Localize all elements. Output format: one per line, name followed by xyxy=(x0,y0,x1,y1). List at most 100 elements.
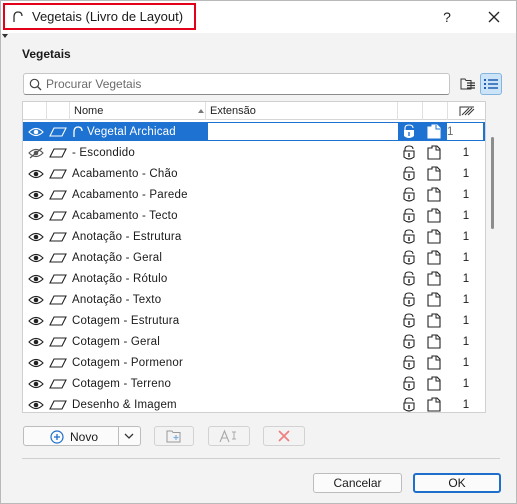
new-button-label: Novo xyxy=(70,430,99,444)
collapse-arrow-icon[interactable] xyxy=(2,34,8,38)
row-name-text: Anotação - Texto xyxy=(72,293,162,306)
file-icon[interactable] xyxy=(425,289,443,310)
new-folder-icon xyxy=(166,430,181,443)
layer-icon[interactable] xyxy=(48,226,68,247)
new-button[interactable]: Novo xyxy=(23,426,141,446)
table-row[interactable]: Cotagem - Geral 1 xyxy=(23,331,485,352)
table-row[interactable]: Acabamento - Chão 1 xyxy=(23,163,485,184)
vegetais-table: Nome Extensão Vegetal Archicad 1- Escondi… xyxy=(22,101,486,413)
file-icon[interactable] xyxy=(425,268,443,289)
folder-view-button[interactable] xyxy=(457,73,479,95)
lock-icon[interactable] xyxy=(400,121,418,142)
layer-icon[interactable] xyxy=(48,268,68,289)
delete-button[interactable] xyxy=(263,426,305,446)
layer-icon[interactable] xyxy=(48,310,68,331)
chevron-down-icon[interactable] xyxy=(124,433,134,439)
lock-icon[interactable] xyxy=(400,394,418,412)
row-name: Vegetal Archicad xyxy=(72,121,362,142)
lock-icon[interactable] xyxy=(400,163,418,184)
table-row[interactable]: Cotagem - Estrutura 1 xyxy=(23,310,485,331)
col-layer-header[interactable] xyxy=(46,102,69,120)
lock-icon[interactable] xyxy=(400,268,418,289)
eye-icon[interactable] xyxy=(27,310,45,331)
file-icon[interactable] xyxy=(425,331,443,352)
search-input[interactable] xyxy=(46,77,436,91)
eye-icon[interactable] xyxy=(27,394,45,412)
table-row[interactable]: Vegetal Archicad 1 xyxy=(23,121,485,142)
rename-button[interactable] xyxy=(208,426,250,446)
layer-icon[interactable] xyxy=(48,331,68,352)
new-folder-button[interactable] xyxy=(154,426,194,446)
scrollbar-thumb[interactable] xyxy=(491,137,494,229)
layer-icon[interactable] xyxy=(48,394,68,412)
layer-icon[interactable] xyxy=(48,373,68,394)
layer-icon[interactable] xyxy=(48,163,68,184)
table-row[interactable]: Cotagem - Terreno 1 xyxy=(23,373,485,394)
help-button[interactable]: ? xyxy=(437,7,457,27)
file-icon[interactable] xyxy=(425,163,443,184)
eye-hidden-icon[interactable] xyxy=(27,142,45,163)
row-count: 1 xyxy=(462,188,470,201)
layer-icon[interactable] xyxy=(48,352,68,373)
file-icon[interactable] xyxy=(425,184,443,205)
cancel-button[interactable]: Cancelar xyxy=(313,473,402,493)
eye-icon[interactable] xyxy=(27,121,45,142)
table-row[interactable]: Anotação - Rótulo 1 xyxy=(23,268,485,289)
lock-icon[interactable] xyxy=(400,352,418,373)
col-name-header[interactable]: Nome xyxy=(69,102,205,120)
lock-icon[interactable] xyxy=(400,289,418,310)
lock-icon[interactable] xyxy=(400,226,418,247)
col-lock-header[interactable] xyxy=(397,102,422,120)
search-box[interactable] xyxy=(23,73,450,95)
eye-icon[interactable] xyxy=(27,226,45,247)
eye-icon[interactable] xyxy=(27,289,45,310)
ok-button[interactable]: OK xyxy=(413,473,501,493)
file-icon[interactable] xyxy=(425,352,443,373)
file-icon[interactable] xyxy=(425,247,443,268)
layer-icon[interactable] xyxy=(48,247,68,268)
eye-icon[interactable] xyxy=(27,352,45,373)
table-row[interactable]: Acabamento - Tecto 1 xyxy=(23,205,485,226)
file-icon[interactable] xyxy=(425,142,443,163)
table-row[interactable]: Anotação - Texto 1 xyxy=(23,289,485,310)
layer-icon[interactable] xyxy=(48,289,68,310)
lock-icon[interactable] xyxy=(400,310,418,331)
lock-icon[interactable] xyxy=(400,331,418,352)
file-icon[interactable] xyxy=(425,226,443,247)
layer-icon[interactable] xyxy=(48,184,68,205)
file-icon[interactable] xyxy=(425,394,443,412)
eye-icon[interactable] xyxy=(27,205,45,226)
file-icon[interactable] xyxy=(425,121,443,142)
table-row[interactable]: Anotação - Estrutura 1 xyxy=(23,226,485,247)
col-file-header[interactable] xyxy=(422,102,447,120)
lock-icon[interactable] xyxy=(400,373,418,394)
table-row[interactable]: - Escondido 1 xyxy=(23,142,485,163)
table-row[interactable]: Cotagem - Pormenor 1 xyxy=(23,352,485,373)
layer-icon[interactable] xyxy=(48,205,68,226)
table-row[interactable]: Desenho & Imagem 1 xyxy=(23,394,485,412)
eye-icon[interactable] xyxy=(27,373,45,394)
file-icon[interactable] xyxy=(425,373,443,394)
table-row[interactable]: Acabamento - Parede 1 xyxy=(23,184,485,205)
close-icon[interactable] xyxy=(484,7,504,27)
layer-icon[interactable] xyxy=(48,142,68,163)
row-name: Acabamento - Parede xyxy=(72,184,362,205)
eye-icon[interactable] xyxy=(27,163,45,184)
col-count-header[interactable] xyxy=(447,102,485,120)
col-visibility-header[interactable] xyxy=(23,102,46,120)
table-row[interactable]: Anotação - Geral 1 xyxy=(23,247,485,268)
list-view-button[interactable] xyxy=(480,73,502,95)
col-extension-header[interactable]: Extensão xyxy=(205,102,397,120)
file-icon[interactable] xyxy=(425,205,443,226)
footer-separator xyxy=(22,458,500,459)
eye-icon[interactable] xyxy=(27,331,45,352)
layer-icon[interactable] xyxy=(48,121,68,142)
file-icon[interactable] xyxy=(425,310,443,331)
eye-icon[interactable] xyxy=(27,268,45,289)
lock-icon[interactable] xyxy=(400,142,418,163)
lock-icon[interactable] xyxy=(400,184,418,205)
lock-icon[interactable] xyxy=(400,205,418,226)
eye-icon[interactable] xyxy=(27,184,45,205)
eye-icon[interactable] xyxy=(27,247,45,268)
lock-icon[interactable] xyxy=(400,247,418,268)
